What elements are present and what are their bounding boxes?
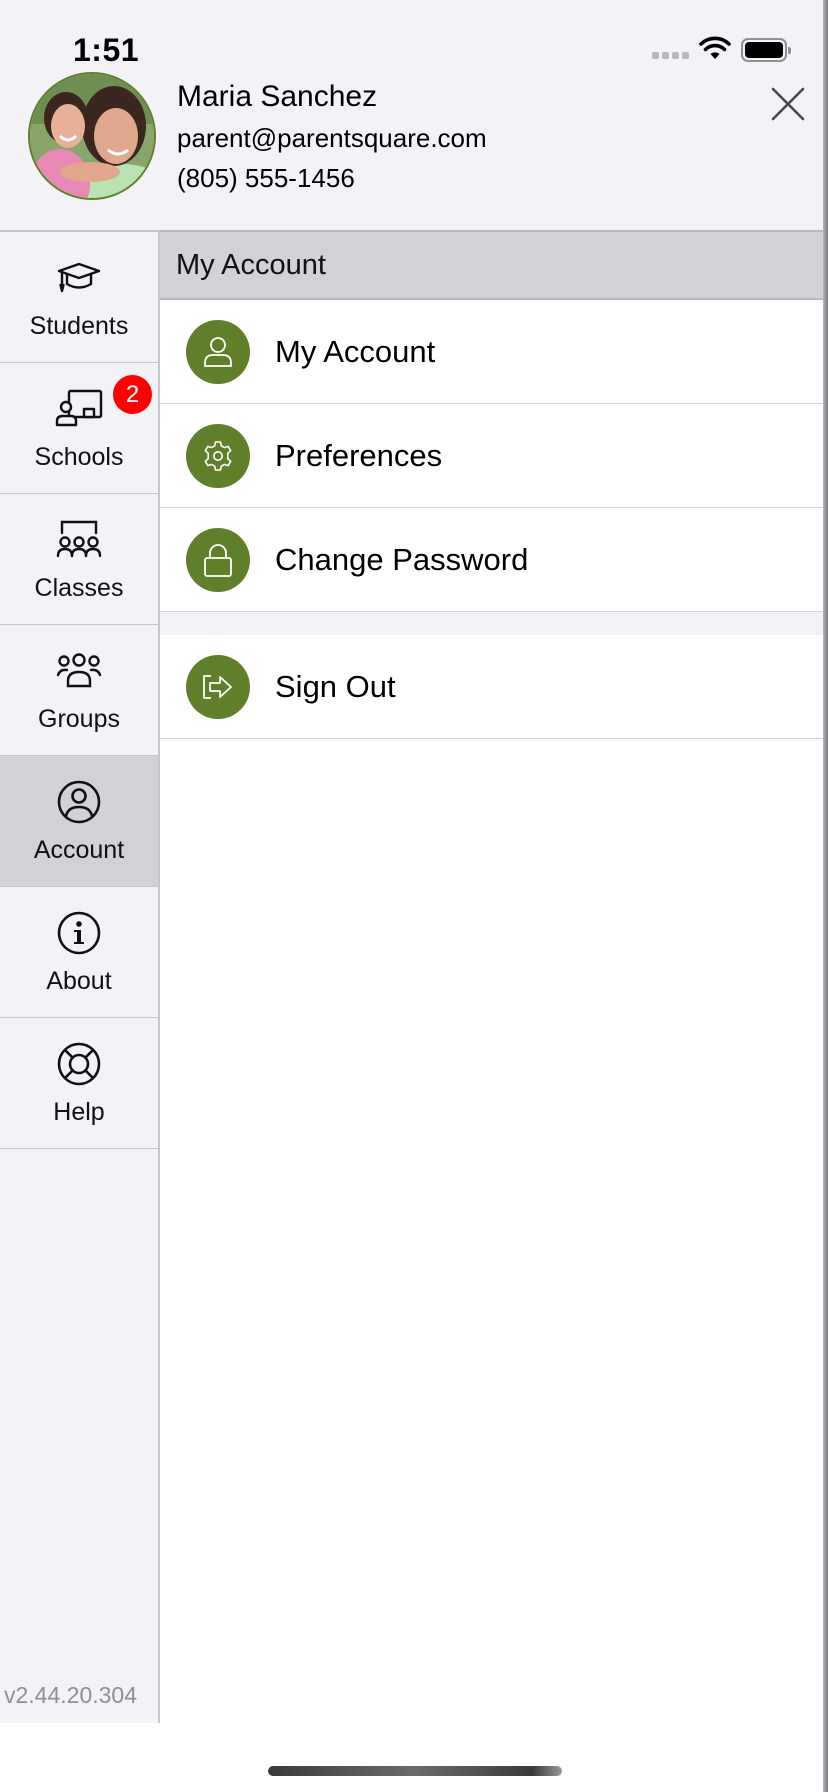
- sign-out-button[interactable]: Sign Out: [160, 635, 823, 739]
- sidebar-item-classes[interactable]: Classes: [0, 494, 158, 625]
- sidebar-item-groups[interactable]: Groups: [0, 625, 158, 756]
- sidebar-label: Groups: [38, 704, 120, 733]
- user-phone: (805) 555-1456: [177, 163, 355, 193]
- app-version: v2.44.20.304: [4, 1682, 138, 1708]
- home-indicator[interactable]: [268, 1766, 562, 1776]
- section-gap: [160, 612, 823, 635]
- drawer-edge-shadow: [823, 0, 828, 1792]
- menu-item-label: Change Password: [275, 541, 529, 577]
- lifebuoy-icon: [55, 1040, 103, 1088]
- sidebar-label: Schools: [34, 442, 124, 471]
- sidebar-label: Classes: [34, 573, 124, 602]
- sidebar-label: Help: [53, 1097, 105, 1126]
- graduation-cap-icon: [55, 254, 103, 302]
- user-email: parent@parentsquare.com: [177, 123, 487, 153]
- sidebar-item-schools[interactable]: 2 Schools: [0, 363, 158, 494]
- menu-item-change-password[interactable]: Change Password: [160, 508, 823, 612]
- cellular-no-signal-icon: [652, 51, 689, 59]
- group-icon: [55, 647, 103, 695]
- profile-header: 1:51 Maria Sanchez parent@parentsquare.c…: [0, 0, 823, 230]
- sidebar-label: Account: [33, 835, 125, 864]
- sidebar: Students 2 Schools Classes Groups Accoun…: [0, 230, 160, 1723]
- status-icons: [652, 35, 791, 66]
- navigation-drawer: 1:51 Maria Sanchez parent@parentsquare.c…: [0, 0, 823, 1792]
- sidebar-label: About: [46, 966, 112, 995]
- notification-badge: 2: [113, 375, 152, 414]
- sidebar-item-help[interactable]: Help: [0, 1018, 158, 1149]
- classroom-icon: [55, 516, 103, 564]
- sidebar-item-account[interactable]: Account: [0, 756, 158, 887]
- user-name: Maria Sanchez: [177, 80, 378, 113]
- sign-out-label: Sign Out: [275, 668, 396, 704]
- menu-item-my-account[interactable]: My Account: [160, 300, 823, 404]
- wifi-icon: [699, 35, 731, 66]
- account-circle-icon: [55, 778, 103, 826]
- lock-icon: [186, 527, 250, 592]
- avatar[interactable]: [28, 72, 156, 200]
- close-button[interactable]: [768, 84, 808, 124]
- menu-item-label: My Account: [275, 333, 436, 369]
- info-icon: [55, 909, 103, 957]
- sidebar-item-students[interactable]: Students: [0, 232, 158, 363]
- person-icon: [186, 319, 250, 384]
- sidebar-item-about[interactable]: About: [0, 887, 158, 1018]
- battery-icon: [741, 38, 791, 62]
- school-presenter-icon: [55, 385, 103, 433]
- close-icon: [771, 87, 805, 121]
- menu-item-preferences[interactable]: Preferences: [160, 404, 823, 508]
- status-time: 1:51: [73, 32, 140, 68]
- sign-out-icon: [186, 654, 250, 719]
- menu-item-label: Preferences: [275, 437, 443, 473]
- account-panel: My Account My Account Preferences Change…: [160, 230, 823, 1723]
- gear-icon: [186, 423, 250, 488]
- sidebar-label: Students: [29, 311, 129, 340]
- section-header: My Account: [160, 230, 823, 300]
